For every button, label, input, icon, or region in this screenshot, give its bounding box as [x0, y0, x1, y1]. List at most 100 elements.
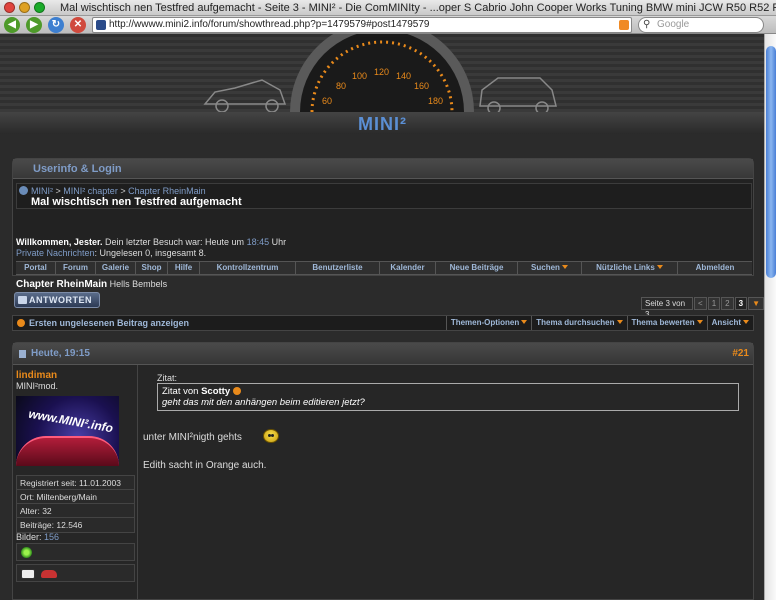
- quote-label: Zitat:: [157, 373, 178, 383]
- breadcrumb-item-chapter[interactable]: MINI² chapter: [63, 186, 118, 196]
- speedo-60: 60: [322, 96, 332, 106]
- quote-text: geht das mit den anhängen beim editieren…: [162, 397, 365, 408]
- reply-button[interactable]: ANTWORTEN: [14, 292, 100, 308]
- post-number[interactable]: #21: [732, 348, 749, 359]
- private-messages-count: : Ungelesen 0, insgesamt 8.: [94, 248, 207, 258]
- search-thread-menu[interactable]: Thema durchsuchen: [531, 316, 626, 330]
- pictures-label: Bilder:: [16, 532, 42, 542]
- search-placeholder: Google: [657, 19, 690, 30]
- search-icon: ⚲: [643, 19, 651, 30]
- userinfo-panel: Userinfo & Login MINI² > MINI² chapter >…: [12, 158, 754, 290]
- private-messages-link[interactable]: Private Nachrichten: [16, 248, 95, 258]
- chevron-down-icon: [561, 265, 568, 269]
- address-bar[interactable]: http://wwww.mini2.info/forum/showthread.…: [92, 17, 632, 33]
- quote-box: Zitat von Scotty geht das mit den anhäng…: [157, 383, 739, 411]
- pictures-count-link[interactable]: 156: [44, 532, 59, 542]
- nav-neue-beitraege[interactable]: Neue Beiträge: [436, 262, 518, 274]
- view-post-arrow-icon[interactable]: [233, 387, 242, 395]
- post-author-info: lindiman MINI²mod. www.MINI².info Regist…: [13, 365, 138, 600]
- breadcrumb: MINI² > MINI² chapter > Chapter RheinMai…: [16, 183, 752, 209]
- author-name[interactable]: lindiman: [16, 370, 57, 381]
- author-posts: Beiträge: 12.546: [17, 518, 134, 532]
- page-menu[interactable]: ▼: [748, 297, 764, 310]
- reload-button[interactable]: ↻: [48, 17, 64, 33]
- minimize-window-button[interactable]: [19, 2, 30, 13]
- breadcrumb-item-rheinmain[interactable]: Chapter RheinMain: [128, 186, 206, 196]
- author-pictures: Bilder: 156: [16, 532, 59, 542]
- private-messages-line: Private Nachrichten: Ungelesen 0, insges…: [16, 248, 206, 258]
- nav-hilfe[interactable]: Hilfe: [168, 262, 200, 274]
- speedo-120: 120: [374, 67, 389, 77]
- pagination: Seite 3 von 3 < 1 2 3 ▼: [640, 297, 764, 319]
- camera-icon[interactable]: [21, 569, 35, 579]
- avatar[interactable]: www.MINI².info: [16, 396, 119, 466]
- car-icon[interactable]: [41, 570, 57, 578]
- last-visit-suffix: Uhr: [271, 237, 287, 247]
- nav-abmelden[interactable]: Abmelden: [678, 262, 752, 274]
- avatar-car: [16, 436, 119, 466]
- chevron-down-icon: [656, 265, 663, 269]
- post-header: Heute, 19:15 #21: [13, 343, 753, 365]
- address-url: http://wwww.mini2.info/forum/showthread.…: [109, 19, 430, 30]
- page-scrollbar[interactable]: [764, 34, 776, 600]
- chapter-motto: Hells Bembels: [109, 279, 168, 289]
- thread-toolbar: Ersten ungelesenen Beitrag anzeigen Them…: [12, 315, 754, 331]
- back-button[interactable]: ◀: [4, 17, 20, 33]
- author-age: Alter: 32: [17, 504, 134, 518]
- thread-title: Mal wischtisch nen Testfred aufgemacht: [31, 196, 242, 208]
- forward-button[interactable]: ▶: [26, 17, 42, 33]
- first-unread-link[interactable]: Ersten ungelesenen Beitrag anzeigen: [13, 316, 446, 330]
- page-1[interactable]: 1: [707, 297, 721, 310]
- speedo-100: 100: [352, 71, 367, 81]
- welcome-line: Willkommen, Jester. Dein letzter Besuch …: [16, 237, 286, 247]
- userinfo-panel-title: Userinfo & Login: [13, 159, 753, 179]
- speedo-140: 140: [396, 71, 411, 81]
- quote-author-line: Zitat von Scotty: [162, 386, 734, 397]
- reply-button-label: ANTWORTEN: [29, 295, 92, 305]
- nav-benutzerliste[interactable]: Benutzerliste: [296, 262, 380, 274]
- nav-kontrollzentrum[interactable]: Kontrollzentrum: [200, 262, 296, 274]
- window-titlebar: Mal wischtisch nen Testfred aufgemacht -…: [0, 0, 776, 16]
- chevron-down-icon: [521, 320, 528, 324]
- stop-button[interactable]: ✕: [70, 17, 86, 33]
- browser-toolbar: ◀ ▶ ↻ ✕ http://wwww.mini2.info/forum/sho…: [0, 16, 776, 34]
- scrollbar-thumb[interactable]: [766, 46, 776, 278]
- post-line-2: Edith sacht in Orange auch.: [143, 460, 267, 471]
- breadcrumb-item-mini2[interactable]: MINI²: [31, 186, 53, 196]
- reply-icon: [18, 296, 27, 304]
- zoom-window-button[interactable]: [34, 2, 45, 13]
- chevron-down-icon: [696, 320, 703, 324]
- close-window-button[interactable]: [4, 2, 15, 13]
- nav-forum[interactable]: Forum: [56, 262, 96, 274]
- rate-thread-menu[interactable]: Thema bewerten: [626, 316, 707, 330]
- page-current: 3: [734, 297, 748, 310]
- nav-shop[interactable]: Shop: [136, 262, 168, 274]
- view-menu[interactable]: Ansicht: [706, 316, 753, 330]
- breadcrumb-path: MINI² > MINI² chapter > Chapter RheinMai…: [19, 186, 206, 196]
- author-title: MINI²mod.: [16, 381, 59, 391]
- nav-kalender[interactable]: Kalender: [380, 262, 436, 274]
- rss-icon[interactable]: [619, 20, 629, 30]
- thread-options-menu[interactable]: Themen-Optionen: [445, 316, 531, 330]
- search-field[interactable]: ⚲ Google: [638, 17, 764, 33]
- author-stats: Registriert seit: 11.01.2003 Ort: Milten…: [16, 475, 135, 533]
- last-visit-text: Dein letzter Besuch war: Heute um: [104, 237, 245, 247]
- page-prev[interactable]: <: [694, 297, 707, 310]
- last-visit-time: 18:45: [246, 237, 270, 247]
- nav-nuetzliche-links[interactable]: Nützliche Links: [582, 262, 678, 274]
- post-body: Zitat: Zitat von Scotty geht das mit den…: [143, 365, 751, 595]
- site-banner: 60 80 100 120 140 160 180 MINI²: [0, 34, 764, 134]
- author-status-row: [16, 543, 135, 561]
- smiley-icon: [263, 429, 279, 443]
- post: Heute, 19:15 #21 lindiman MINI²mod. www.…: [12, 342, 754, 600]
- quote-author: Scotty: [201, 386, 231, 397]
- nav-portal[interactable]: Portal: [16, 262, 56, 274]
- site-logo[interactable]: MINI²: [358, 114, 407, 134]
- main-navigation: Portal Forum Galerie Shop Hilfe Kontroll…: [16, 261, 752, 275]
- page-info: Seite 3 von 3: [641, 297, 694, 319]
- post-date: Heute, 19:15: [31, 348, 90, 359]
- welcome-user: Willkommen, Jester.: [16, 237, 103, 247]
- page-2[interactable]: 2: [721, 297, 734, 310]
- nav-suchen[interactable]: Suchen: [518, 262, 582, 274]
- nav-galerie[interactable]: Galerie: [96, 262, 136, 274]
